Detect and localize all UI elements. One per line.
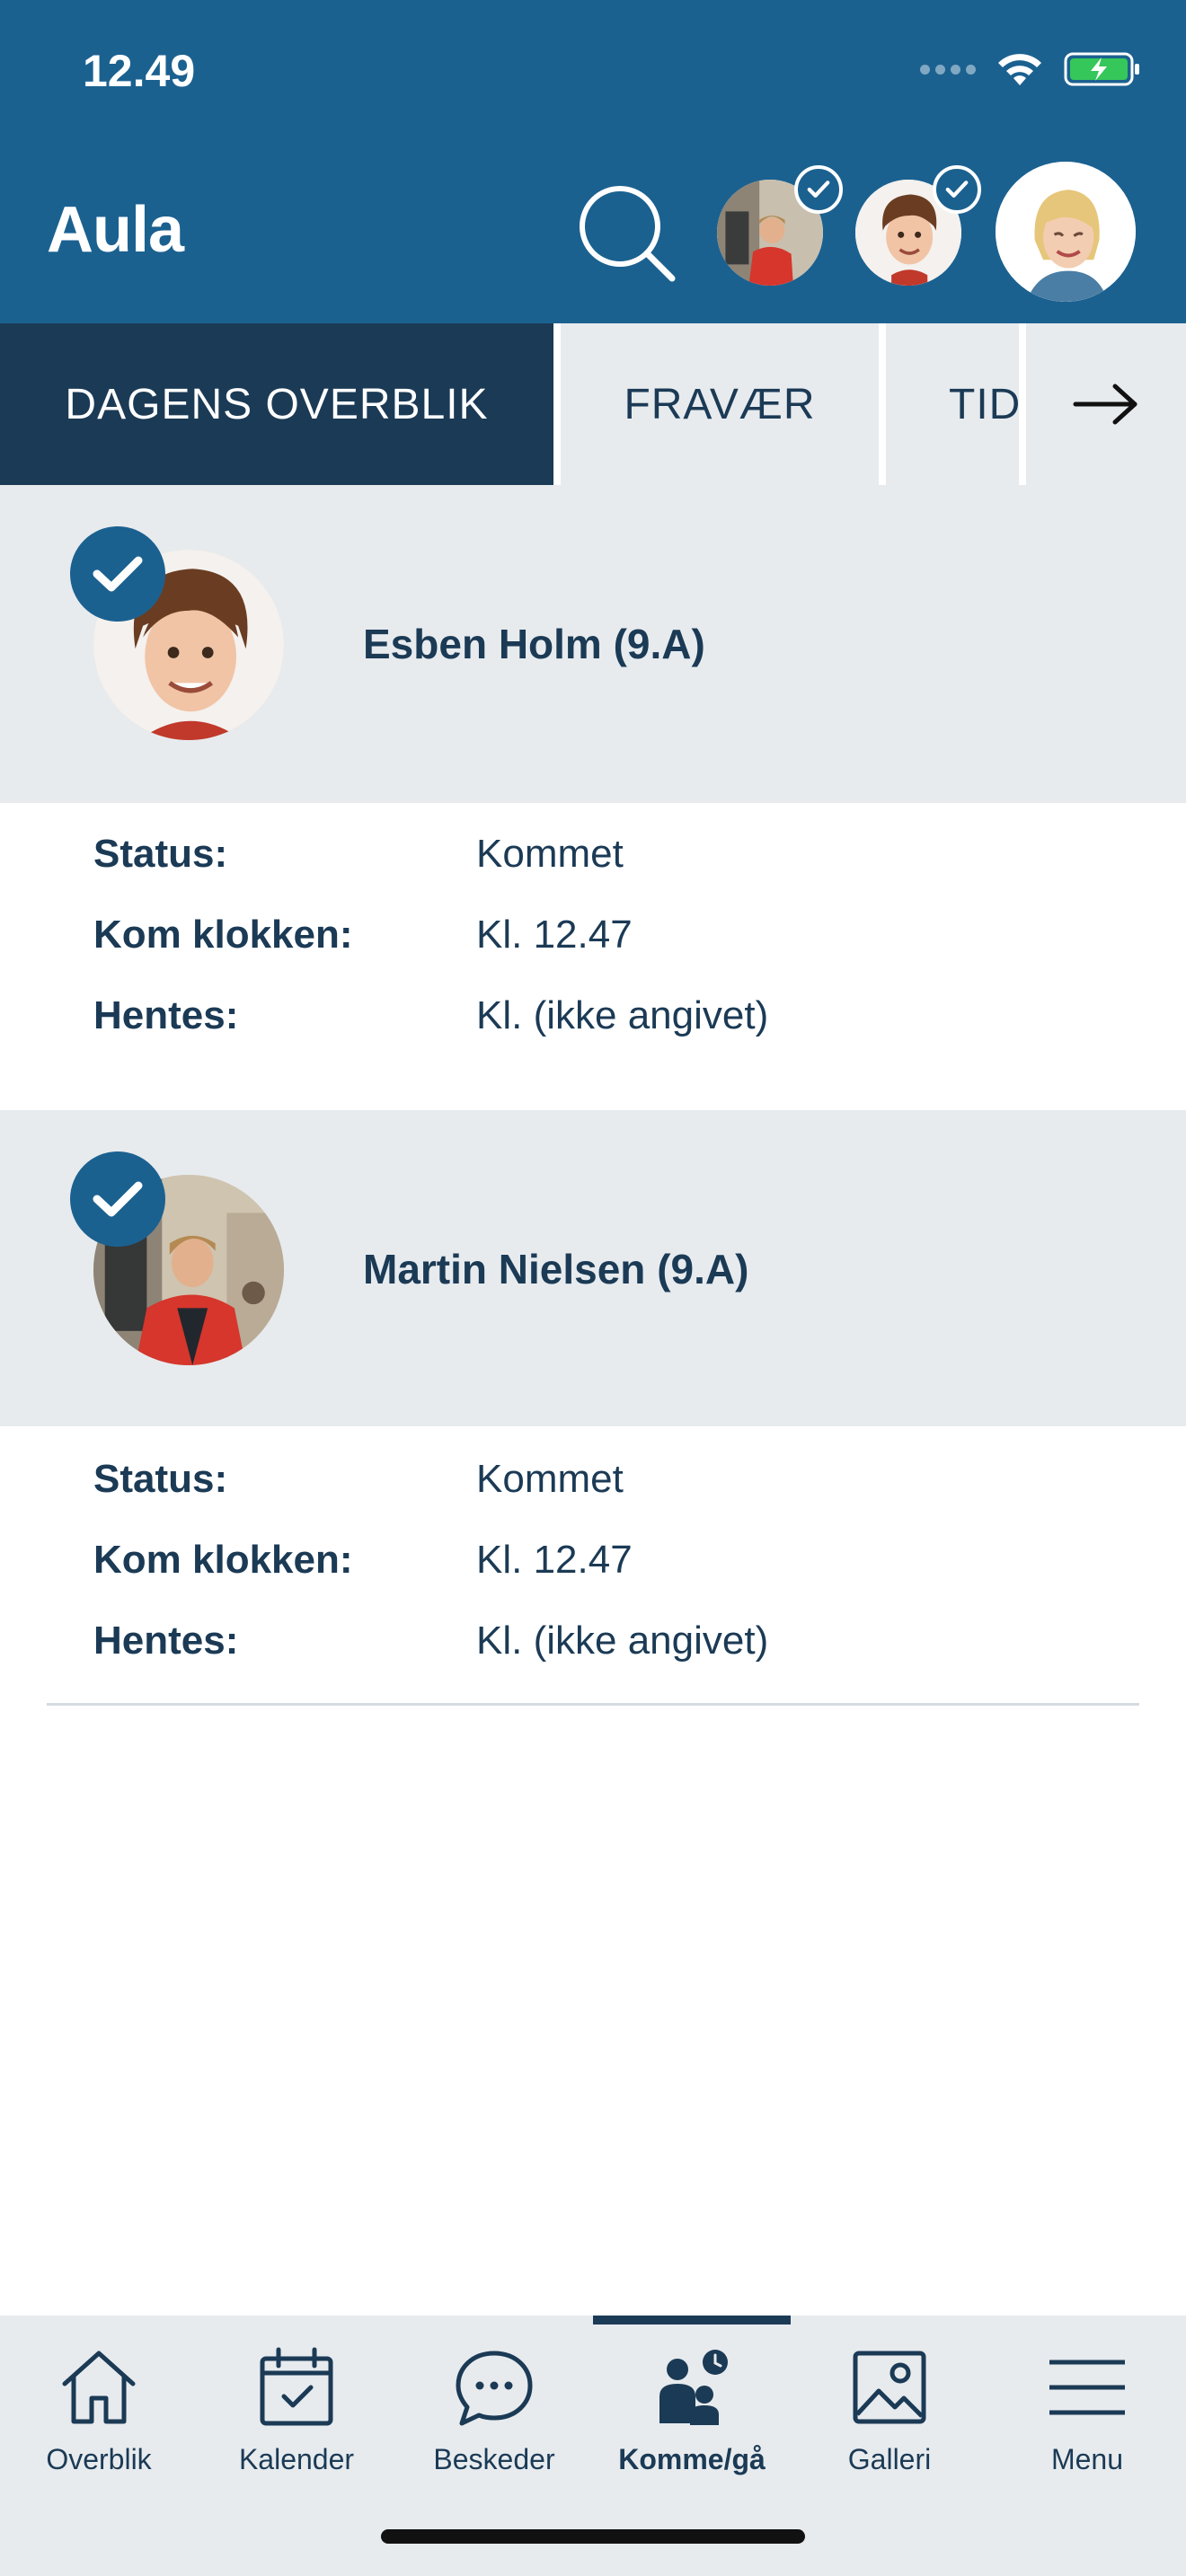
child-name: Esben Holm (9.A) xyxy=(363,621,705,667)
arrow-right-icon xyxy=(1073,384,1137,425)
home-icon xyxy=(62,2351,136,2424)
nav-menu[interactable]: Menu xyxy=(988,2342,1186,2522)
detail-row-pickup: Hentes: Kl. (ikke angivet) xyxy=(0,1619,1186,1699)
checkmark-icon xyxy=(93,556,143,592)
status-time: 12.49 xyxy=(83,46,196,96)
detail-label: Hentes: xyxy=(93,993,239,1037)
chat-icon xyxy=(456,2351,533,2426)
tab-label: FRAVÆR xyxy=(624,380,816,428)
child-card-header: Esben Holm (9.A) xyxy=(0,485,1186,803)
search-button[interactable] xyxy=(573,180,681,287)
detail-label: Status: xyxy=(93,832,228,876)
nav-overblik[interactable]: Overblik xyxy=(0,2342,198,2522)
child-name: Martin Nielsen (9.A) xyxy=(363,1246,749,1292)
search-icon xyxy=(580,186,676,282)
detail-value: Kommet xyxy=(476,832,624,876)
detail-row-status: Status: Kommet xyxy=(0,832,1186,913)
app-title: Aula xyxy=(47,194,184,266)
child-card-header: Martin Nielsen (9.A) xyxy=(0,1110,1186,1426)
detail-value: Kl. (ikke angivet) xyxy=(476,1619,769,1663)
detail-value: Kommet xyxy=(476,1457,624,1501)
detail-label: Kom klokken: xyxy=(93,913,353,957)
profile-avatar-parent[interactable] xyxy=(996,162,1136,302)
nav-komme-ga[interactable]: Komme/gå xyxy=(593,2342,791,2522)
tab-dagens-overblik[interactable]: DAGENS OVERBLIK xyxy=(0,323,561,505)
nav-label: Overblik xyxy=(46,2443,152,2475)
nav-label: Beskeder xyxy=(433,2443,555,2475)
nav-label: Kalender xyxy=(238,2443,355,2475)
tab-tid[interactable]: TID xyxy=(886,323,1026,485)
nav-galleri[interactable]: Galleri xyxy=(791,2342,988,2522)
checkmark-icon xyxy=(945,181,969,198)
list-divider xyxy=(47,1703,1139,1706)
profile-selected-badge xyxy=(933,165,981,214)
tabs-scroll-right-button[interactable] xyxy=(1026,323,1186,485)
detail-row-arrival: Kom klokken: Kl. 12.47 xyxy=(0,1538,1186,1619)
people-clock-icon xyxy=(659,2350,728,2425)
checkmark-icon xyxy=(807,181,830,198)
nav-label: Galleri xyxy=(847,2443,932,2475)
checkmark-icon xyxy=(93,1181,143,1217)
detail-label: Status: xyxy=(93,1457,228,1501)
home-indicator[interactable] xyxy=(381,2529,805,2544)
detail-value: Kl. 12.47 xyxy=(476,1538,633,1582)
nav-label: Komme/gå xyxy=(618,2443,766,2475)
tab-fravaer[interactable]: FRAVÆR xyxy=(561,323,886,485)
menu-icon xyxy=(1049,2360,1125,2415)
detail-row-arrival: Kom klokken: Kl. 12.47 xyxy=(0,913,1186,993)
child-details: Status: Kommet Kom klokken: Kl. 12.47 He… xyxy=(0,803,1186,1110)
child-details: Status: Kommet Kom klokken: Kl. 12.47 He… xyxy=(0,1426,1186,1701)
detail-row-pickup: Hentes: Kl. (ikke angivet) xyxy=(0,993,1186,1074)
gallery-icon xyxy=(853,2351,926,2424)
wifi-icon xyxy=(998,54,1041,85)
nav-label: Menu xyxy=(1050,2443,1124,2475)
tab-label: TID xyxy=(949,380,1022,428)
calendar-icon xyxy=(260,2347,333,2426)
profile-selected-badge xyxy=(794,165,843,214)
detail-value: Kl. 12.47 xyxy=(476,913,633,957)
cellular-signal-icon xyxy=(920,64,976,75)
nav-beskeder[interactable]: Beskeder xyxy=(395,2342,593,2522)
parent-photo xyxy=(996,162,1136,302)
child-checked-in-badge xyxy=(70,1151,165,1247)
battery-charging-icon xyxy=(1064,52,1139,86)
status-icons xyxy=(920,50,1141,88)
app-header: 12.49 Aula xyxy=(0,0,1186,323)
detail-value: Kl. (ikke angivet) xyxy=(476,993,769,1037)
detail-row-status: Status: Kommet xyxy=(0,1457,1186,1538)
active-tab-indicator xyxy=(593,2316,791,2325)
detail-label: Kom klokken: xyxy=(93,1538,353,1582)
nav-kalender[interactable]: Kalender xyxy=(198,2342,395,2522)
detail-label: Hentes: xyxy=(93,1619,239,1663)
tab-bar: DAGENS OVERBLIK FRAVÆR TID xyxy=(0,323,1186,505)
tab-label: DAGENS OVERBLIK xyxy=(65,380,489,428)
child-checked-in-badge xyxy=(70,526,165,622)
